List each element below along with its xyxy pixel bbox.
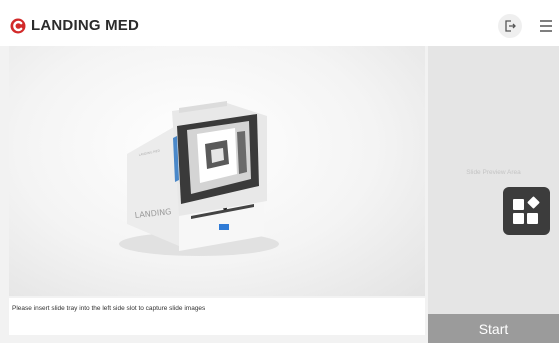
instruction-bar: Please insert slide tray into the left s… <box>9 298 425 335</box>
menu-button[interactable] <box>534 14 558 38</box>
brand-logo-icon <box>10 18 26 34</box>
brand-name: LANDING MED <box>31 17 140 34</box>
main-image-panel: LANDING LANDING MED <box>9 46 425 296</box>
start-button[interactable]: Start <box>428 314 559 343</box>
instruction-text: Please insert slide tray into the left s… <box>12 305 206 312</box>
app-window: LANDING MED LANDING LANDING MED Please i… <box>0 0 559 343</box>
exit-icon <box>505 20 516 32</box>
hamburger-menu-icon <box>540 20 552 32</box>
exit-button[interactable] <box>498 14 522 38</box>
app-header: LANDING MED <box>0 0 559 46</box>
preview-placeholder-text: Slide Preview Area <box>466 169 521 176</box>
slide-preview-area: Slide Preview Area <box>428 46 559 314</box>
apps-grid-icon <box>513 196 540 224</box>
slide-scanner-device-image: LANDING LANDING MED <box>119 101 279 256</box>
brand: LANDING MED <box>10 16 139 36</box>
apps-grid-button[interactable] <box>503 187 550 235</box>
